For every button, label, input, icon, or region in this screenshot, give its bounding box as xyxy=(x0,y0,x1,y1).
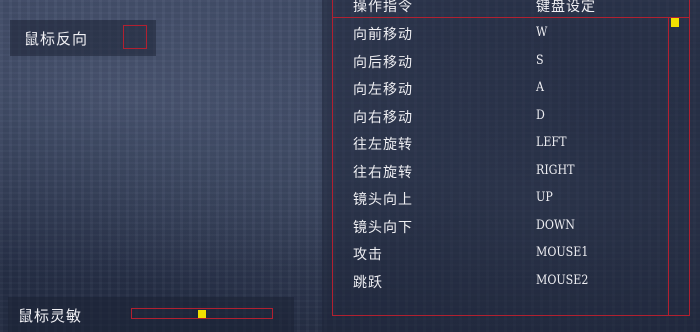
header-command: 操作指令 xyxy=(353,0,413,15)
keybinding-row[interactable]: 往左旋转 LEFT xyxy=(322,129,700,157)
keybinding-row[interactable]: 向右移动 D xyxy=(322,102,700,130)
key-value: D xyxy=(536,107,545,123)
keybinding-panel: 操作指令 键盘设定 向前移动 W 向后移动 S 向左移动 A 向右移动 D 往左旋转 LE… xyxy=(322,0,700,332)
mouse-sensitivity-option: 鼠标灵敏 xyxy=(8,297,294,332)
command-label: 向前移动 xyxy=(353,27,413,43)
invert-mouse-label: 鼠标反向 xyxy=(24,30,89,48)
key-value: UP xyxy=(536,190,553,205)
keybinding-list: 向前移动 W 向后移动 S 向左移动 A 向右移动 D 往左旋转 LEFT 往右旋转 RIG… xyxy=(322,19,700,294)
mouse-sensitivity-slider[interactable] xyxy=(131,308,273,319)
key-value: MOUSE2 xyxy=(536,272,589,288)
keybinding-row[interactable]: 攻击 MOUSE1 xyxy=(322,239,700,267)
key-value: RIGHT xyxy=(536,162,575,178)
key-value: A xyxy=(536,80,544,95)
invert-mouse-checkbox[interactable] xyxy=(123,25,147,49)
command-label: 向后移动 xyxy=(353,54,413,71)
mouse-sensitivity-label: 鼠标灵敏 xyxy=(18,307,83,325)
keybinding-row[interactable]: 向前移动 W xyxy=(322,19,700,47)
keybinding-row[interactable]: 镜头向上 UP xyxy=(322,184,700,212)
keybinding-scrollbar[interactable] xyxy=(668,17,680,316)
command-label: 镜头向上 xyxy=(353,192,413,208)
invert-mouse-option: 鼠标反向 xyxy=(10,20,156,56)
command-label: 往右旋转 xyxy=(353,164,413,181)
key-value: LEFT xyxy=(536,135,567,150)
keybinding-row[interactable]: 往右旋转 RIGHT xyxy=(322,157,700,185)
scrollbar-thumb[interactable] xyxy=(671,18,679,27)
key-value: W xyxy=(536,25,548,40)
keybinding-row[interactable]: 镜头向下 DOWN xyxy=(322,212,700,240)
key-value: DOWN xyxy=(536,217,575,233)
command-label: 跳跃 xyxy=(353,274,383,291)
keybinding-row[interactable]: 向后移动 S xyxy=(322,47,700,75)
keybinding-row[interactable]: 跳跃 MOUSE2 xyxy=(322,267,700,295)
key-value: S xyxy=(536,52,544,68)
keybinding-row[interactable]: 向左移动 A xyxy=(322,74,700,102)
command-label: 向右移动 xyxy=(353,109,413,126)
command-label: 向左移动 xyxy=(353,82,413,98)
header-divider xyxy=(332,17,690,18)
header-key: 键盘设定 xyxy=(536,0,596,15)
slider-thumb[interactable] xyxy=(198,310,206,318)
command-label: 往左旋转 xyxy=(353,137,413,153)
key-value: MOUSE1 xyxy=(536,245,589,260)
command-label: 镜头向下 xyxy=(353,219,413,236)
command-label: 攻击 xyxy=(353,247,383,263)
